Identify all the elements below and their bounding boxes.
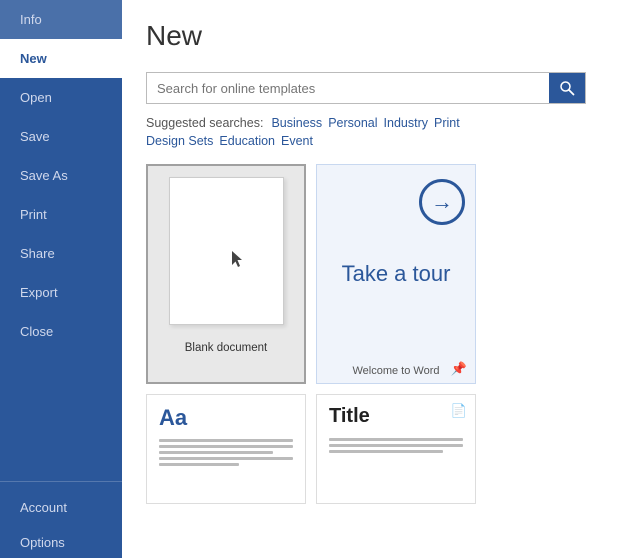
aa-line-1 [159,439,293,442]
suggested-link-industry[interactable]: Industry [384,116,428,130]
blank-document-label: Blank document [148,336,304,360]
search-button[interactable] [549,73,585,103]
sidebar-item-open[interactable]: Open [0,78,122,117]
aa-line-2 [159,445,293,448]
suggested-link-event[interactable]: Event [281,134,313,148]
tour-arrow-icon: → [431,191,453,213]
suggested-searches-row1: Suggested searches: Business Personal In… [146,116,598,130]
blank-page [169,177,284,325]
sidebar-item-options[interactable]: Options [0,523,122,558]
title-line-3 [329,450,443,453]
suggested-label: Suggested searches: [146,116,263,130]
sidebar-spacer [0,351,122,475]
page-title: New [146,20,598,52]
sidebar-item-account[interactable]: Account [0,488,122,523]
template-title-card[interactable]: 📄 Title [316,394,476,504]
cursor-icon [232,251,244,269]
title-line-2 [329,444,463,447]
sidebar-item-share[interactable]: Share [0,234,122,273]
tour-card-subtitle: Welcome to Word [325,365,467,377]
suggested-link-print[interactable]: Print [434,116,460,130]
tour-circle: → [419,179,465,225]
sidebar-item-close[interactable]: Close [0,312,122,351]
sidebar-item-print[interactable]: Print [0,195,122,234]
suggested-link-design-sets[interactable]: Design Sets [146,134,213,148]
aa-line-5 [159,463,239,466]
pin-icon: 📌 [451,361,467,377]
title-lines [329,438,463,453]
blank-document-preview [148,166,304,336]
search-input[interactable] [147,74,549,103]
document-icon: 📄 [451,403,467,419]
template-blank-document[interactable]: Blank document [146,164,306,384]
suggested-link-education[interactable]: Education [219,134,275,148]
aa-line-3 [159,451,273,454]
title-card-text: Title [329,405,463,428]
suggested-searches-row2: Design Sets Education Event [146,134,598,148]
sidebar-item-export[interactable]: Export [0,273,122,312]
main-area: New Suggested searches: Business Persona… [122,0,622,558]
aa-letter: Aa [159,405,293,431]
tour-card-title: Take a tour [342,261,451,287]
sidebar-divider [0,481,122,482]
sidebar: Info New Open Save Save As Print Share E… [0,0,122,558]
sidebar-item-info[interactable]: Info [0,0,122,39]
title-line-1 [329,438,463,441]
sidebar-item-new[interactable]: New [0,39,122,78]
search-icon [559,80,575,96]
template-tour-card[interactable]: → Take a tour Welcome to Word 📌 [316,164,476,384]
sidebar-item-save[interactable]: Save [0,117,122,156]
suggested-link-personal[interactable]: Personal [328,116,377,130]
aa-lines [159,439,293,466]
suggested-link-business[interactable]: Business [271,116,322,130]
search-container [146,72,586,104]
template-aa-card[interactable]: Aa [146,394,306,504]
templates-grid: Blank document → Take a tour Welcome to … [146,164,598,504]
aa-line-4 [159,457,293,460]
sidebar-item-save-as[interactable]: Save As [0,156,122,195]
